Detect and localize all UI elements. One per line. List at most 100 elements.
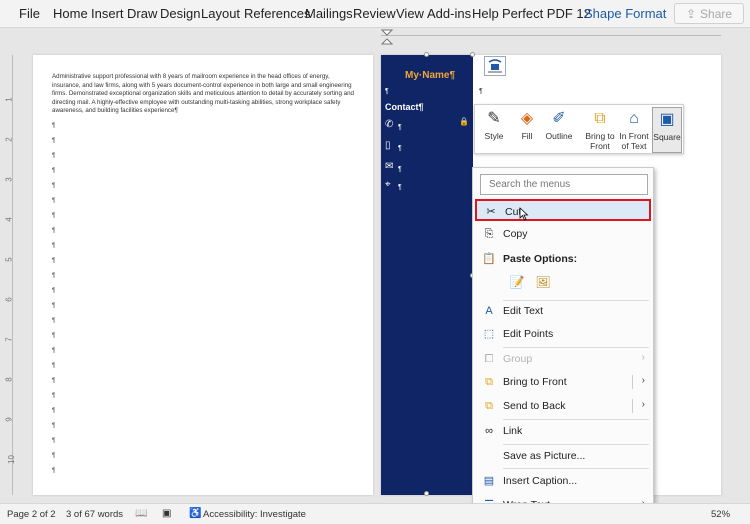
- menu-item-send-to-back[interactable]: ⧉ Send to Back ›: [475, 395, 651, 417]
- chevron-right-icon[interactable]: ›: [642, 399, 645, 410]
- accessibility-icon[interactable]: ♿: [189, 508, 201, 520]
- ruler-number: 10: [6, 455, 16, 464]
- menu-item-save-as-picture[interactable]: Save as Picture...: [475, 445, 651, 467]
- page-counter[interactable]: Page 2 of 2: [7, 509, 56, 520]
- outline-label: Outline: [545, 131, 573, 141]
- resize-handle[interactable]: [470, 52, 475, 57]
- ribbon-tab-bar: File Home Insert Draw Design Layout Refe…: [0, 0, 750, 28]
- summary-paragraph[interactable]: Administrative support professional with…: [52, 73, 358, 116]
- paragraph-mark: ¶: [52, 348, 56, 354]
- edit-points-icon: ⬚: [483, 328, 495, 340]
- ruler-number: 2: [4, 137, 14, 142]
- chevron-right-icon: ›: [641, 352, 645, 363]
- mini-toolbar: ✎ Style ◈ Fill ✐ Outline ⧉ Bring to Fron…: [474, 104, 684, 154]
- paragraph-mark: ¶: [52, 303, 56, 309]
- macro-recording-icon[interactable]: ▣: [162, 508, 174, 520]
- paragraph-mark: ¶: [398, 124, 402, 131]
- bring-to-front-button[interactable]: ⧉ Bring to Front: [583, 107, 617, 153]
- word-count[interactable]: 3 of 67 words: [66, 509, 123, 520]
- menu-item-insert-caption[interactable]: ▤ Insert Caption...: [475, 470, 651, 492]
- paragraph-mark: ¶: [52, 453, 56, 459]
- paragraph-mark: ¶: [52, 123, 56, 129]
- chevron-right-icon[interactable]: ›: [642, 375, 645, 386]
- paragraph-mark: ¶: [52, 258, 56, 264]
- wrap-front-icon: ⌂: [629, 110, 639, 127]
- accessibility-status[interactable]: Accessibility: Investigate: [203, 509, 306, 520]
- in-front-of-text-button[interactable]: ⌂ In Front of Text: [617, 107, 651, 153]
- menu-item-group[interactable]: ⧠ Group ›: [475, 348, 651, 370]
- menu-item-cut[interactable]: ✂ Cut: [475, 199, 651, 221]
- tab-design[interactable]: Design: [160, 6, 200, 21]
- square-wrap-button[interactable]: ▣ Square: [652, 107, 682, 153]
- paste-keep-format-icon[interactable]: 📝: [509, 275, 525, 291]
- paragraph-mark: ¶: [52, 243, 56, 249]
- ruler-number: 8: [4, 377, 14, 382]
- group-icon: ⧠: [484, 353, 494, 365]
- tab-perfect-pdf[interactable]: Perfect PDF 12: [502, 6, 591, 21]
- ruler-number: 9: [4, 417, 14, 422]
- proofing-book-icon[interactable]: 📖: [135, 508, 147, 520]
- contact-heading[interactable]: Contact¶: [385, 102, 424, 112]
- tab-layout[interactable]: Layout: [201, 6, 240, 21]
- tab-file[interactable]: File: [19, 6, 40, 21]
- outline-button[interactable]: ✐ Outline: [543, 107, 575, 153]
- caption-icon: ▤: [483, 475, 495, 487]
- anchor-lock-icon: 🔒: [459, 117, 469, 126]
- selected-sidebar-shape[interactable]: My·Name¶ ¶ Contact¶ ✆ ¶ ▯ ¶ ✉ ¶ ⌖ ¶ 🔒: [381, 52, 475, 496]
- square-wrap-icon: ▣: [659, 111, 675, 128]
- tab-add-ins[interactable]: Add-ins: [427, 6, 471, 21]
- paste-options-group: 📝 🖼: [503, 274, 563, 294]
- phone-icon: ✆: [385, 119, 394, 130]
- paragraph-mark: ¶: [52, 288, 56, 294]
- square-label: Square: [653, 132, 681, 142]
- paragraph-mark: ¶: [385, 88, 389, 95]
- ruler-number: 7: [4, 337, 14, 342]
- mouse-cursor-icon: [519, 207, 529, 221]
- layout-options-button[interactable]: [484, 56, 506, 76]
- paste-picture-icon[interactable]: 🖼: [535, 275, 551, 291]
- shape-style-icon: ✎: [487, 110, 501, 127]
- ruler-number: 6: [4, 297, 14, 302]
- menu-item-copy[interactable]: ⎘ Copy: [475, 223, 651, 245]
- bring-to-front-icon: ⧉: [485, 376, 493, 388]
- tab-insert[interactable]: Insert: [91, 6, 124, 21]
- tab-view[interactable]: View: [396, 6, 424, 21]
- menu-item-link[interactable]: ∞ Link: [475, 420, 651, 442]
- link-icon: ∞: [485, 425, 493, 437]
- bring-to-front-label: Bring to Front: [585, 131, 615, 151]
- vertical-ruler[interactable]: 1 2 3 4 5 6 7 8 9 10: [4, 55, 20, 495]
- ruler-number: 4: [4, 217, 14, 222]
- ruler-number: 5: [4, 257, 14, 262]
- paragraph-mark: ¶: [52, 363, 56, 369]
- tab-mailings[interactable]: Mailings: [305, 6, 353, 21]
- menu-item-bring-to-front[interactable]: ⧉ Bring to Front ›: [475, 371, 651, 393]
- tab-review[interactable]: Review: [353, 6, 396, 21]
- paragraph-mark: ¶: [52, 333, 56, 339]
- status-bar: Page 2 of 2 3 of 67 words 📖 ▣ ♿ Accessib…: [0, 503, 750, 524]
- style-button[interactable]: ✎ Style: [479, 107, 509, 153]
- tab-shape-format[interactable]: Shape Format: [584, 6, 666, 21]
- resize-handle[interactable]: [424, 52, 429, 57]
- resize-handle[interactable]: [424, 491, 429, 496]
- zoom-level[interactable]: 52%: [711, 509, 730, 520]
- menu-item-edit-points[interactable]: ⬚ Edit Points: [475, 323, 651, 345]
- tab-home[interactable]: Home: [53, 6, 88, 21]
- ruler-line: [381, 35, 721, 36]
- paragraph-mark: ¶: [398, 184, 402, 191]
- tab-references[interactable]: References: [244, 6, 310, 21]
- indent-marker-icon[interactable]: [381, 29, 393, 45]
- horizontal-ruler[interactable]: [381, 29, 721, 45]
- split-divider: [632, 375, 633, 389]
- clipboard-icon: 📋: [482, 253, 496, 265]
- document-page-1[interactable]: Administrative support professional with…: [33, 55, 373, 495]
- tab-draw[interactable]: Draw: [127, 6, 157, 21]
- menu-item-edit-text[interactable]: A Edit Text: [475, 300, 651, 322]
- paragraph-mark: ¶: [52, 153, 56, 159]
- paragraph-mark: ¶: [52, 228, 56, 234]
- name-heading[interactable]: My·Name¶: [405, 70, 455, 81]
- menu-search-input[interactable]: Search the menus: [480, 174, 648, 195]
- share-button[interactable]: ⇪ Share: [674, 3, 744, 24]
- fill-button[interactable]: ◈ Fill: [513, 107, 541, 153]
- split-divider: [632, 399, 633, 413]
- tab-help[interactable]: Help: [472, 6, 499, 21]
